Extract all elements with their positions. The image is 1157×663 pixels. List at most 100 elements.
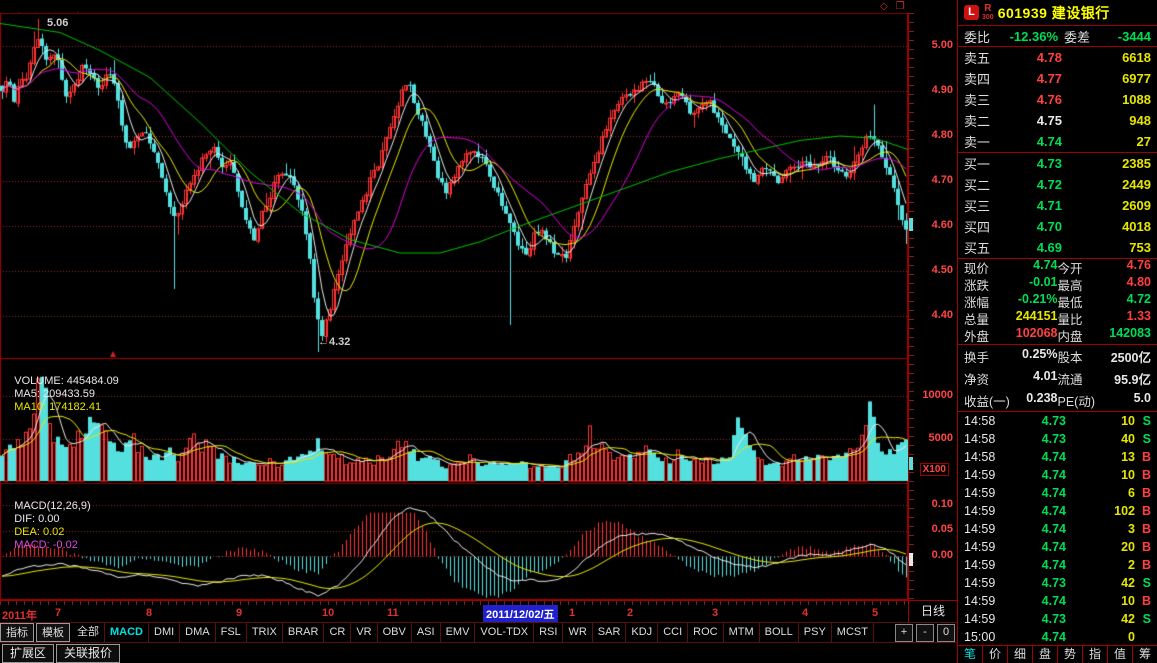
tick-volume: 42 [1066, 612, 1135, 626]
indicator-tab-OBV[interactable]: OBV [378, 623, 412, 642]
indicator-tab-指标[interactable]: 指标 [0, 623, 34, 642]
time-axis-label: 2011年 [2, 607, 37, 623]
macd-axis-label: 0.10 [909, 498, 953, 510]
buy-order-row[interactable]: 买五4.69753 [958, 237, 1157, 258]
indicator-tab-EMV[interactable]: EMV [441, 623, 476, 642]
quote-panel: L R300 601939 建设银行 委比 -12.36% 委差 -3444 卖… [957, 0, 1157, 663]
order-price: 4.72 [998, 177, 1062, 192]
buy-order-row[interactable]: 买四4.704018 [958, 216, 1157, 237]
price-axis-label: 4.60 [909, 219, 953, 231]
diamond-icon[interactable]: ◇ [880, 1, 890, 12]
indicator-tab-CCI[interactable]: CCI [658, 623, 688, 642]
quote-tab-价[interactable]: 价 [983, 646, 1008, 663]
l-badge-icon: L [964, 5, 979, 20]
tick-volume: 40 [1066, 432, 1135, 446]
tick-price: 4.74 [1004, 522, 1066, 536]
chart-zoom-button-0[interactable]: 0 [937, 624, 955, 642]
indicator-tab-MACD[interactable]: MACD [105, 623, 149, 642]
indicator-tab-ROC[interactable]: ROC [688, 623, 723, 642]
buy-order-row[interactable]: 买三4.712609 [958, 195, 1157, 216]
tick-time: 14:59 [964, 576, 1004, 590]
order-price: 4.74 [998, 134, 1062, 149]
order-price: 4.71 [998, 198, 1062, 213]
indicator-tab-PSY[interactable]: PSY [799, 623, 832, 642]
indicator-tab-ASI[interactable]: ASI [412, 623, 441, 642]
order-price: 4.78 [998, 50, 1062, 65]
quote-tab-指[interactable]: 指 [1083, 646, 1108, 663]
info-cell: 流通95.9亿 [1058, 369, 1152, 388]
order-level-label: 买五 [964, 238, 998, 257]
period-label[interactable]: 日线 [908, 600, 957, 622]
indicator-tab-FSL[interactable]: FSL [216, 623, 247, 642]
indicator-tab-模板[interactable]: 模板 [36, 623, 70, 642]
order-level-label: 买一 [964, 154, 998, 173]
chart-zoom-button--[interactable]: - [916, 624, 934, 642]
order-volume: 2449 [1062, 177, 1151, 192]
indicator-tab-VOL-TDX[interactable]: VOL-TDX [475, 623, 534, 642]
info-label: 内盘 [1058, 326, 1083, 345]
tick-side: S [1135, 432, 1151, 446]
peak-price-annotation: 5.06 [47, 17, 68, 29]
buy-order-row[interactable]: 买一4.732385 [958, 153, 1157, 174]
weibi-value: -12.36% [996, 29, 1058, 44]
order-level-label: 卖四 [964, 69, 998, 88]
indicator-tab-MCST[interactable]: MCST [832, 623, 874, 642]
info-cell: 股本2500亿 [1058, 347, 1152, 366]
indicator-tab-VR[interactable]: VR [351, 623, 377, 642]
indicator-tab-全部[interactable]: 全部 [72, 623, 105, 642]
indicator-tab-DMI[interactable]: DMI [149, 623, 180, 642]
indicator-tab-MTM[interactable]: MTM [724, 623, 760, 642]
weicha-value: -3444 [1096, 29, 1151, 44]
tick-side: B [1135, 594, 1151, 608]
info-label: 外盘 [964, 326, 989, 345]
weibi-label: 委比 [964, 27, 990, 46]
stock-trading-app-window: 建设银行(日线) MA5: 4.73 MA10: 4.72 MA20: 4.77… [0, 0, 1157, 663]
indicator-tab-DMA[interactable]: DMA [180, 623, 215, 642]
indicator-tab-RSI[interactable]: RSI [534, 623, 563, 642]
sell-order-row[interactable]: 卖三4.761088 [958, 89, 1157, 110]
tick-price: 4.74 [1004, 450, 1066, 464]
quote-tab-筹[interactable]: 筹 [1133, 646, 1157, 663]
quote-tab-盘[interactable]: 盘 [1033, 646, 1058, 663]
split-window-icon[interactable]: ❐ [896, 1, 907, 12]
order-volume: 6618 [1062, 50, 1151, 65]
indicator-tab-BRAR[interactable]: BRAR [283, 623, 325, 642]
info-value: 95.9亿 [1083, 369, 1151, 388]
quote-tab-笔[interactable]: 笔 [958, 646, 983, 663]
bottom-button-扩展区[interactable]: 扩展区 [2, 644, 54, 663]
sell-order-row[interactable]: 卖五4.786618 [958, 47, 1157, 68]
tick-time: 14:59 [964, 504, 1004, 518]
tick-row: 14:584.7310S [958, 412, 1157, 430]
quote-tab-细[interactable]: 细 [1008, 646, 1033, 663]
info-row: 涨幅-0.21%最低4.72 [958, 293, 1157, 310]
tick-row: 14:584.7413B [958, 448, 1157, 466]
indicator-tab-TRIX[interactable]: TRIX [247, 623, 283, 642]
info-label: PE(动) [1058, 391, 1096, 410]
indicator-tab-WR[interactable]: WR [563, 623, 592, 642]
chart-zoom-button-+[interactable]: + [895, 624, 913, 642]
tick-side: B [1135, 540, 1151, 554]
sell-order-row[interactable]: 卖一4.7427 [958, 131, 1157, 152]
indicator-tab-CR[interactable]: CR [324, 623, 351, 642]
r-badge-icon: R300 [982, 4, 994, 22]
header-icons: ◇❐ [880, 0, 913, 13]
quote-tab-势[interactable]: 势 [1058, 646, 1083, 663]
indicator-tab-SAR[interactable]: SAR [593, 623, 627, 642]
order-volume: 27 [1062, 134, 1151, 149]
quote-tab-值[interactable]: 值 [1108, 646, 1133, 663]
info-label: 换手 [964, 347, 989, 366]
bottom-button-关联报价[interactable]: 关联报价 [56, 644, 120, 663]
price-axis-label: 4.40 [909, 309, 953, 321]
candlestick-chart-canvas[interactable] [0, 13, 908, 600]
indicator-tab-KDJ[interactable]: KDJ [626, 623, 658, 642]
sell-order-row[interactable]: 卖二4.75948 [958, 110, 1157, 131]
order-price: 4.73 [998, 156, 1062, 171]
tick-side: S [1135, 576, 1151, 590]
tick-price: 4.73 [1004, 414, 1066, 428]
indicator-tab-BOLL[interactable]: BOLL [760, 623, 799, 642]
tick-row: 14:584.7340S [958, 430, 1157, 448]
sell-order-row[interactable]: 卖四4.776977 [958, 68, 1157, 89]
tick-volume: 0 [1066, 630, 1135, 644]
tick-time: 14:58 [964, 432, 1004, 446]
buy-order-row[interactable]: 买二4.722449 [958, 174, 1157, 195]
